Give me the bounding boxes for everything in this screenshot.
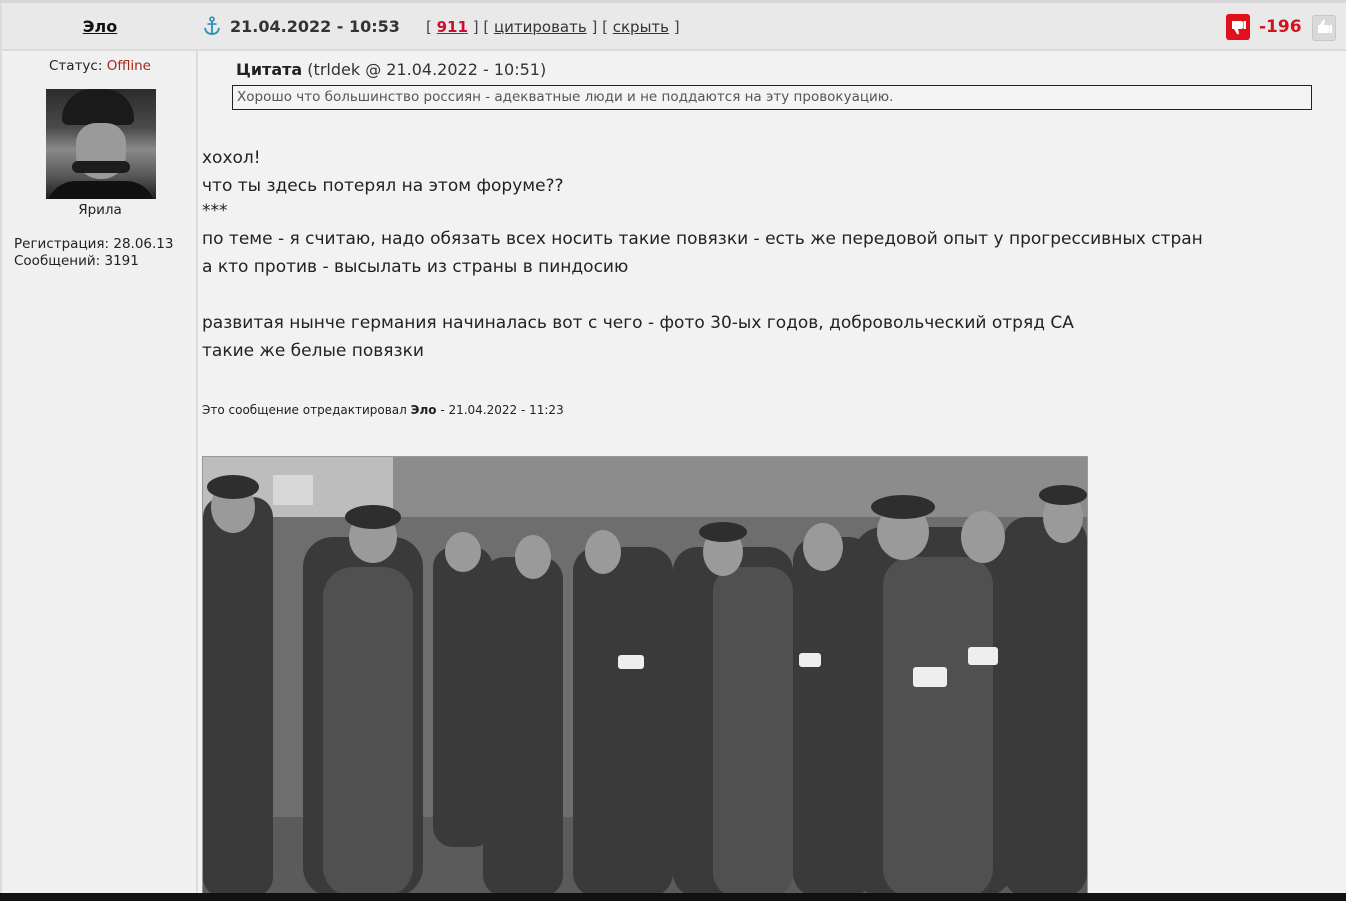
author-cell: Эло bbox=[2, 3, 198, 51]
avatar-hat-shape bbox=[62, 89, 134, 125]
message-count: Сообщений: 3191 bbox=[14, 253, 139, 269]
hide-link[interactable]: скрыть bbox=[613, 18, 669, 36]
body-line: хохол! bbox=[202, 148, 261, 168]
author-status: Статус: Offline bbox=[2, 58, 198, 74]
author-name-link[interactable]: Эло bbox=[83, 17, 117, 36]
quote-header: Цитата (trldek @ 21.04.2022 - 10:51) bbox=[236, 60, 546, 79]
avatar-mustache-shape bbox=[72, 161, 130, 173]
body-line: по теме - я считаю, надо обязать всех но… bbox=[202, 229, 1203, 249]
post-date: 21.04.2022 - 10:53 bbox=[230, 17, 400, 36]
post-header: 21.04.2022 - 10:53 [ 911 ] [ цитировать … bbox=[198, 3, 1346, 51]
post-content: Цитата (trldek @ 21.04.2022 - 10:51) Хор… bbox=[198, 51, 1346, 898]
body-line: а кто против - высылать из страны в пинд… bbox=[202, 257, 629, 277]
post-body: хохол! что ты здесь потерял на этом фору… bbox=[202, 144, 1203, 365]
status-value: Offline bbox=[106, 58, 151, 74]
quote-box: Хорошо что большинство россиян - адекват… bbox=[232, 85, 1312, 110]
body-line: такие же белые повязки bbox=[202, 341, 424, 361]
post-photo[interactable] bbox=[202, 456, 1088, 898]
post-actions: [ 911 ] [ цитировать ] [ скрыть ] bbox=[426, 18, 680, 36]
avatar bbox=[46, 89, 156, 199]
quote-meta: (trldek @ 21.04.2022 - 10:51) bbox=[307, 60, 547, 79]
thumbs-up-icon[interactable] bbox=[1312, 15, 1336, 41]
author-panel: Эло Статус: Offline Ярила Регистрация: 2… bbox=[0, 3, 198, 893]
edit-note-prefix: Это сообщение отредактировал bbox=[202, 403, 407, 417]
avatar-shoulders-shape bbox=[46, 181, 156, 199]
edit-note-suffix: - 21.04.2022 - 11:23 bbox=[440, 403, 564, 417]
edit-note: Это сообщение отредактировал Эло - 21.04… bbox=[202, 403, 564, 417]
post-number-link[interactable]: 911 bbox=[437, 18, 468, 36]
thumbs-down-icon[interactable] bbox=[1226, 14, 1250, 40]
status-label: Статус: bbox=[49, 58, 103, 74]
registration-date: Регистрация: 28.06.13 bbox=[14, 236, 174, 252]
window-bottom-edge bbox=[0, 893, 1346, 901]
body-line bbox=[202, 281, 1203, 309]
quote-label: Цитата bbox=[236, 60, 303, 79]
anchor-icon[interactable] bbox=[203, 16, 221, 36]
quote-link[interactable]: цитировать bbox=[494, 18, 587, 36]
body-line: что ты здесь потерял на этом форуме?? bbox=[202, 176, 564, 196]
edit-note-editor: Эло bbox=[410, 403, 437, 417]
avatar-caption: Ярила bbox=[78, 202, 122, 218]
rating-value: -196 bbox=[1259, 17, 1302, 37]
body-line: развитая нынче германия начиналась вот с… bbox=[202, 313, 1074, 333]
body-line: *** bbox=[202, 201, 228, 221]
author-stats: Регистрация: 28.06.13 Сообщений: 3191 bbox=[14, 236, 173, 270]
